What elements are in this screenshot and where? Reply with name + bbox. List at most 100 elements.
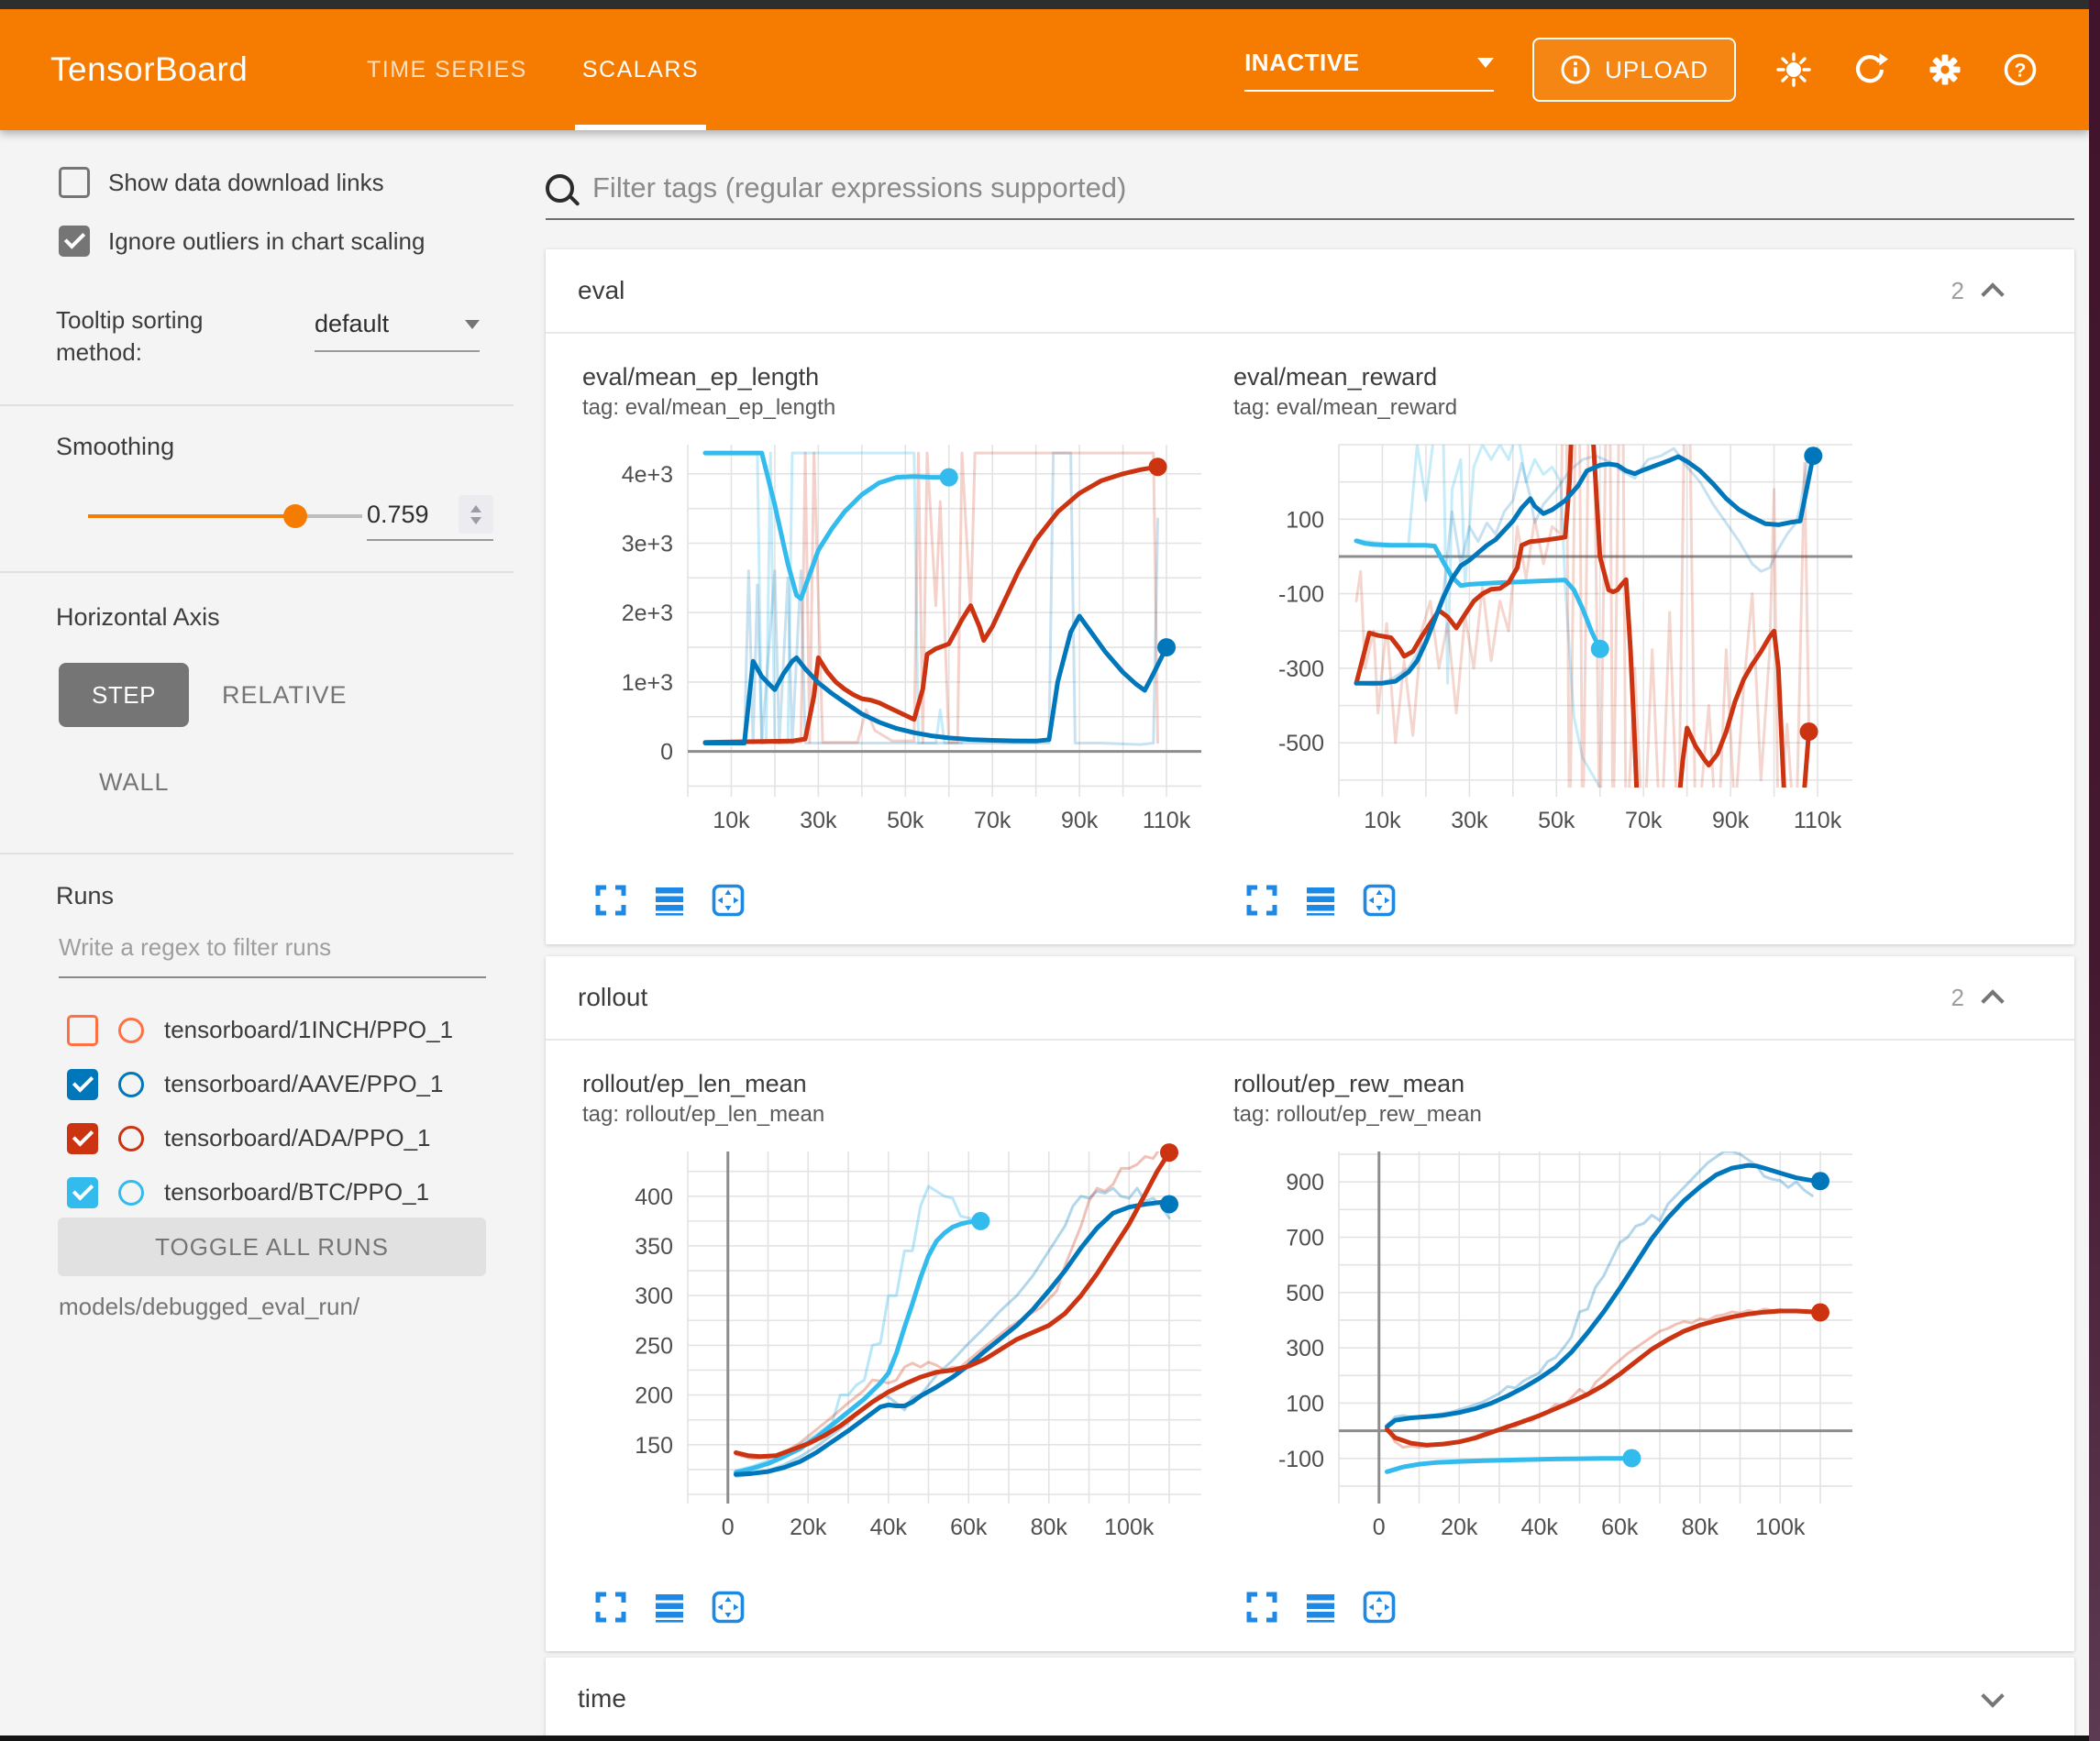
runs-selector-icon[interactable] xyxy=(1304,884,1337,917)
settings-icon[interactable] xyxy=(1927,51,1963,88)
show-download-links-checkbox[interactable]: Show data download links xyxy=(59,167,384,198)
svg-text:90k: 90k xyxy=(1712,808,1750,833)
help-icon[interactable]: ? xyxy=(2002,51,2039,88)
svg-text:90k: 90k xyxy=(1061,808,1099,833)
chevron-up-icon[interactable] xyxy=(1981,989,2004,1012)
run-checkbox-checked-icon[interactable] xyxy=(67,1069,98,1100)
svg-text:80k: 80k xyxy=(1031,1515,1068,1540)
series-line xyxy=(736,1221,981,1472)
svg-text:400: 400 xyxy=(635,1185,673,1210)
fullscreen-icon[interactable] xyxy=(594,1591,627,1624)
axis-step-button[interactable]: STEP xyxy=(59,663,189,727)
chevron-down-icon xyxy=(1477,58,1494,68)
fullscreen-icon[interactable] xyxy=(1245,1591,1278,1624)
app-header: TensorBoard TIME SERIES SCALARS INACTIVE… xyxy=(0,9,2089,130)
svg-text:50k: 50k xyxy=(887,808,924,833)
section-header-rollout[interactable]: rollout 2 xyxy=(546,956,2074,1041)
chart-tag: tag: rollout/ep_rew_mean xyxy=(1233,1102,1871,1128)
fullscreen-icon[interactable] xyxy=(1245,884,1278,917)
chart-canvas[interactable]: 10k30k50k70k90k110k01e+32e+33e+34e+3 xyxy=(569,432,1210,870)
ignore-outliers-checkbox[interactable]: Ignore outliers in chart scaling xyxy=(59,226,425,257)
svg-text:40k: 40k xyxy=(870,1515,908,1540)
svg-text:10k: 10k xyxy=(1364,808,1401,833)
svg-text:-100: -100 xyxy=(1278,1447,1324,1472)
run-checkbox-unchecked-icon[interactable] xyxy=(67,1015,98,1046)
svg-text:70k: 70k xyxy=(1625,808,1663,833)
runs-list: tensorboard/1INCH/PPO_1 tensorboard/AAVE/… xyxy=(0,1003,514,1219)
refresh-icon[interactable] xyxy=(1851,51,1888,88)
info-icon xyxy=(1560,54,1591,85)
run-row[interactable]: tensorboard/AAVE/PPO_1 xyxy=(0,1057,514,1111)
svg-text:500: 500 xyxy=(1286,1281,1324,1306)
svg-text:3e+3: 3e+3 xyxy=(622,532,673,557)
chart-canvas[interactable]: 10k30k50k70k90k110k100-100-300-500 xyxy=(1220,432,1862,870)
svg-text:50k: 50k xyxy=(1538,808,1575,833)
svg-text:0: 0 xyxy=(1373,1515,1386,1540)
section-header-time[interactable]: time xyxy=(546,1658,2074,1735)
svg-text:300: 300 xyxy=(635,1284,673,1309)
upload-button[interactable]: UPLOAD xyxy=(1532,38,1736,102)
charts-row: eval/mean_ep_lengthtag: eval/mean_ep_len… xyxy=(546,334,2074,944)
fit-view-icon[interactable] xyxy=(1363,884,1396,917)
stepper-up-icon[interactable] xyxy=(470,505,481,512)
runs-selector-icon[interactable] xyxy=(653,1591,686,1624)
fit-view-icon[interactable] xyxy=(1363,1591,1396,1624)
checkbox-checked-icon xyxy=(59,226,90,257)
chevron-down-icon xyxy=(465,320,480,329)
run-color-circle[interactable] xyxy=(118,1180,144,1206)
run-color-circle[interactable] xyxy=(118,1072,144,1097)
upload-label: UPLOAD xyxy=(1605,56,1708,84)
tab-scalars[interactable]: SCALARS xyxy=(555,9,726,130)
smoothing-value-input[interactable] xyxy=(367,501,446,529)
status-dropdown[interactable]: INACTIVE xyxy=(1244,49,1494,92)
tab-time-series[interactable]: TIME SERIES xyxy=(339,9,555,130)
svg-text:0: 0 xyxy=(660,740,673,766)
tag-filter-field xyxy=(546,171,2074,220)
chart-title: rollout/ep_len_mean xyxy=(582,1070,1220,1098)
toggle-all-runs-button[interactable]: TOGGLE ALL RUNS xyxy=(58,1218,486,1276)
series-line xyxy=(1387,1151,1813,1426)
tooltip-sorting-value: default xyxy=(315,310,389,338)
run-checkbox-checked-icon[interactable] xyxy=(67,1123,98,1154)
chart-canvas[interactable]: 020k40k60k80k100k150200250300350400 xyxy=(569,1139,1210,1577)
number-stepper[interactable] xyxy=(459,495,493,534)
runs-selector-icon[interactable] xyxy=(653,884,686,917)
svg-text:80k: 80k xyxy=(1682,1515,1719,1540)
chart-canvas[interactable]: 020k40k60k80k100k-100100300500700900 xyxy=(1220,1139,1862,1577)
slider-knob[interactable] xyxy=(283,504,307,528)
tooltip-sorting-dropdown[interactable]: default xyxy=(315,310,480,352)
app-title: TensorBoard xyxy=(50,9,248,130)
axis-relative-button[interactable]: RELATIVE xyxy=(222,663,348,727)
run-label: tensorboard/1INCH/PPO_1 xyxy=(164,1016,453,1044)
smoothing-slider[interactable] xyxy=(88,504,362,528)
tooltip-sorting-label: Tooltip sorting method: xyxy=(56,304,249,369)
runs-label: Runs xyxy=(56,882,114,910)
axis-wall-button[interactable]: WALL xyxy=(99,750,170,814)
chart-card: eval/mean_ep_lengthtag: eval/mean_ep_len… xyxy=(569,358,1220,917)
window-top-edge xyxy=(0,0,2100,9)
run-color-circle[interactable] xyxy=(118,1126,144,1151)
run-row[interactable]: tensorboard/BTC/PPO_1 xyxy=(0,1165,514,1219)
fit-view-icon[interactable] xyxy=(712,884,745,917)
runs-filter-input[interactable] xyxy=(59,933,486,978)
run-color-circle[interactable] xyxy=(118,1018,144,1043)
run-row[interactable]: tensorboard/ADA/PPO_1 xyxy=(0,1111,514,1165)
stepper-down-icon[interactable] xyxy=(470,517,481,524)
brightness-icon[interactable] xyxy=(1774,50,1813,89)
header-actions: INACTIVE UPLOAD ? xyxy=(1244,9,2039,130)
runs-selector-icon[interactable] xyxy=(1304,1591,1337,1624)
tag-filter-input[interactable] xyxy=(591,171,2074,205)
run-checkbox-checked-icon[interactable] xyxy=(67,1177,98,1208)
svg-text:-300: -300 xyxy=(1278,656,1324,682)
chevron-up-icon[interactable] xyxy=(1981,282,2004,305)
run-row[interactable]: tensorboard/1INCH/PPO_1 xyxy=(0,1003,514,1057)
fit-view-icon[interactable] xyxy=(712,1591,745,1624)
svg-text:700: 700 xyxy=(1286,1226,1324,1251)
chart-card: rollout/ep_len_meantag: rollout/ep_len_m… xyxy=(569,1064,1220,1624)
main-content: eval 2 eval/mean_ep_lengthtag: eval/mean… xyxy=(514,130,2089,1735)
fullscreen-icon[interactable] xyxy=(594,884,627,917)
svg-text:200: 200 xyxy=(635,1383,673,1409)
charts-row: rollout/ep_len_meantag: rollout/ep_len_m… xyxy=(546,1041,2074,1651)
chevron-down-icon[interactable] xyxy=(1981,1684,2004,1707)
section-header-eval[interactable]: eval 2 xyxy=(546,249,2074,334)
